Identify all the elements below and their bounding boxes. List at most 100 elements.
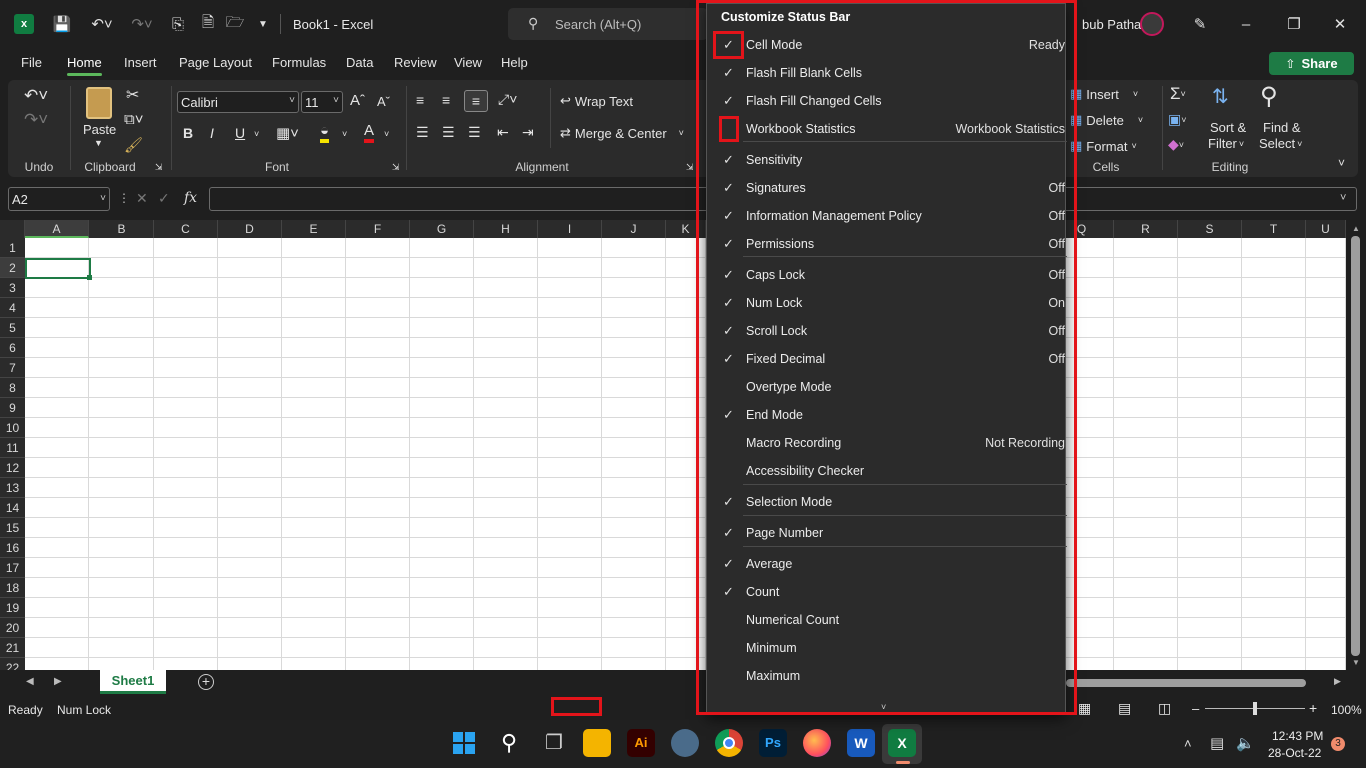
clear-icon[interactable]: ◆ ˅ bbox=[1168, 136, 1184, 153]
align-center-icon[interactable]: ☰ bbox=[442, 124, 455, 141]
format-painter-icon[interactable]: 🖌 bbox=[124, 136, 143, 154]
row-header[interactable]: 8 bbox=[0, 378, 25, 398]
row-header[interactable]: 16 bbox=[0, 538, 25, 558]
zoom-in-icon[interactable]: + bbox=[1309, 700, 1317, 716]
windows-start-icon[interactable] bbox=[450, 729, 478, 757]
tab-formulas[interactable]: Formulas bbox=[272, 55, 326, 70]
normal-view-icon[interactable]: ▦ bbox=[1078, 700, 1091, 717]
open-folder-icon[interactable]: 🗁 bbox=[225, 14, 245, 34]
column-header[interactable]: S bbox=[1178, 220, 1242, 238]
row-header[interactable]: 17 bbox=[0, 558, 25, 578]
sort-filter-icon[interactable]: ⇅ bbox=[1212, 84, 1229, 109]
column-header[interactable]: U bbox=[1306, 220, 1346, 238]
zoom-slider-thumb[interactable] bbox=[1253, 702, 1257, 715]
align-bottom-icon[interactable]: ≡ bbox=[464, 90, 488, 112]
row-header[interactable]: 22 bbox=[0, 658, 25, 670]
row-header[interactable]: 6 bbox=[0, 338, 25, 358]
tray-chevron-icon[interactable]: ˄ bbox=[1184, 736, 1192, 751]
collapse-ribbon-icon[interactable]: ˅ bbox=[1338, 156, 1345, 170]
row-header[interactable]: 20 bbox=[0, 618, 25, 638]
row-header[interactable]: 19 bbox=[0, 598, 25, 618]
column-header[interactable]: J bbox=[602, 220, 666, 238]
name-box[interactable]: A2 ˅ bbox=[8, 187, 110, 211]
minimize-icon[interactable]: – bbox=[1236, 14, 1256, 34]
user-name[interactable]: bub Pathan bbox=[1082, 17, 1149, 32]
align-left-icon[interactable]: ☰ bbox=[416, 124, 429, 141]
search-box[interactable]: ⚲ Search (Alt+Q) bbox=[508, 8, 708, 40]
tab-view[interactable]: View bbox=[454, 55, 482, 70]
row-header[interactable]: 9 bbox=[0, 398, 25, 418]
fill-icon[interactable]: ▣ ˅ bbox=[1168, 111, 1187, 128]
tab-file[interactable]: File bbox=[21, 55, 42, 70]
volume-icon[interactable]: 🔈 bbox=[1236, 734, 1255, 752]
row-header[interactable]: 21 bbox=[0, 638, 25, 658]
clock-date[interactable]: 28-Oct-22 bbox=[1268, 746, 1321, 760]
borders-icon[interactable]: ▦˅ bbox=[276, 124, 299, 142]
insert-cells-button[interactable]: ▦ Insert ˅ bbox=[1070, 86, 1138, 102]
decrease-indent-icon[interactable]: ⇤ bbox=[497, 124, 509, 141]
tab-home[interactable]: Home bbox=[67, 55, 102, 76]
tab-page-layout[interactable]: Page Layout bbox=[179, 55, 252, 70]
find-select-label-2[interactable]: Select ˅ bbox=[1259, 136, 1302, 151]
bold-button[interactable]: B bbox=[183, 125, 193, 141]
find-select-label-1[interactable]: Find & bbox=[1263, 120, 1301, 135]
pen-icon[interactable]: ✎ bbox=[1190, 14, 1210, 34]
word-icon[interactable]: W bbox=[847, 729, 875, 757]
sheet-tab-sheet1[interactable]: Sheet1 bbox=[100, 670, 166, 694]
row-header[interactable]: 7 bbox=[0, 358, 25, 378]
row-header[interactable]: 10 bbox=[0, 418, 25, 438]
scroll-up-icon[interactable]: ▲ bbox=[1352, 224, 1360, 233]
next-sheet-icon[interactable]: ▶ bbox=[54, 676, 62, 687]
tab-insert[interactable]: Insert bbox=[124, 55, 157, 70]
prev-sheet-icon[interactable]: ◀ bbox=[26, 676, 34, 687]
expand-formula-bar-icon[interactable]: ˅ bbox=[1340, 192, 1346, 204]
ribbon-redo-icon[interactable]: ↷˅ bbox=[24, 110, 48, 130]
align-top-icon[interactable]: ≡ bbox=[416, 92, 424, 108]
restore-icon[interactable]: ❐ bbox=[1284, 14, 1304, 34]
clipboard-launcher-icon[interactable]: ⇲ bbox=[155, 162, 163, 173]
column-header[interactable]: D bbox=[218, 220, 282, 238]
paste-label[interactable]: Paste bbox=[83, 122, 116, 137]
page-break-view-icon[interactable]: ◫ bbox=[1158, 700, 1171, 717]
sort-filter-label-1[interactable]: Sort & bbox=[1210, 120, 1246, 135]
horizontal-scrollbar[interactable]: ▶ bbox=[1066, 676, 1346, 690]
font-name-combo[interactable]: Calibri ˅ bbox=[177, 91, 299, 113]
excel-taskbar-icon[interactable]: X bbox=[888, 729, 916, 757]
column-header[interactable]: R bbox=[1114, 220, 1178, 238]
formula-bar-more-icon[interactable]: ⋮ bbox=[118, 191, 130, 205]
network-icon[interactable]: ▤ bbox=[1210, 734, 1224, 752]
customize-toolbar-icon[interactable]: ▼ bbox=[256, 14, 270, 34]
undo-icon[interactable]: ↶˅ bbox=[88, 14, 116, 34]
row-header[interactable]: 12 bbox=[0, 458, 25, 478]
row-header[interactable]: 2 bbox=[0, 258, 25, 278]
row-header[interactable]: 3 bbox=[0, 278, 25, 298]
chrome-icon[interactable] bbox=[715, 729, 743, 757]
clock-time[interactable]: 12:43 PM bbox=[1272, 729, 1323, 743]
redo-icon[interactable]: ↷˅ bbox=[128, 14, 156, 34]
font-size-combo[interactable]: 11 ˅ bbox=[301, 91, 343, 113]
ribbon-undo-icon[interactable]: ↶˅ bbox=[24, 86, 48, 106]
sort-filter-label-2[interactable]: Filter ˅ bbox=[1208, 136, 1244, 151]
horizontal-scroll-thumb[interactable] bbox=[1066, 679, 1306, 687]
cancel-entry-icon[interactable]: ✕ bbox=[136, 190, 148, 207]
vertical-scrollbar[interactable]: ▲ ▼ bbox=[1346, 220, 1366, 670]
autosum-icon[interactable]: Σ ˅ bbox=[1170, 84, 1186, 104]
delete-cells-button[interactable]: ▦ Delete ˅ bbox=[1070, 112, 1143, 128]
select-all-corner[interactable] bbox=[0, 220, 25, 238]
underline-button[interactable]: U bbox=[235, 125, 245, 141]
cut-icon[interactable]: ✂ bbox=[126, 85, 139, 105]
row-header[interactable]: 13 bbox=[0, 478, 25, 498]
photoshop-icon[interactable]: Ps bbox=[759, 729, 787, 757]
font-color-dropdown-icon[interactable]: ˅ bbox=[384, 129, 389, 139]
align-right-icon[interactable]: ☰ bbox=[468, 124, 481, 141]
app-icon[interactable] bbox=[671, 729, 699, 757]
selected-cell-a2[interactable] bbox=[25, 258, 91, 279]
increase-font-icon[interactable]: Aˆ bbox=[350, 92, 365, 109]
column-header[interactable]: F bbox=[346, 220, 410, 238]
tab-data[interactable]: Data bbox=[346, 55, 373, 70]
find-select-icon[interactable]: ⚲ bbox=[1260, 82, 1278, 111]
column-header[interactable]: A bbox=[25, 220, 89, 238]
taskbar-search-icon[interactable]: ⚲ bbox=[495, 729, 523, 757]
format-cells-button[interactable]: ▦ Format ˅ bbox=[1070, 138, 1137, 154]
alignment-launcher-icon[interactable]: ⇲ bbox=[686, 162, 694, 173]
